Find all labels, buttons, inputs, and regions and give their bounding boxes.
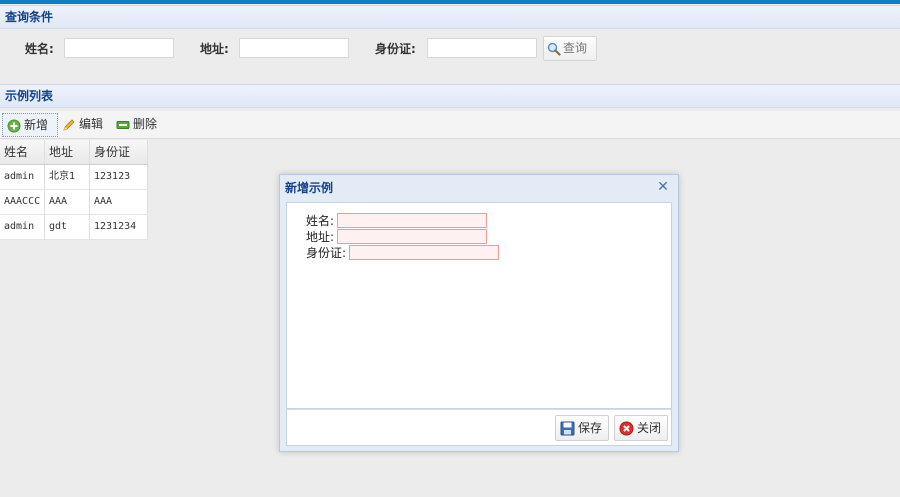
- list-toolbar: 新增 编辑 删除: [0, 111, 900, 139]
- table-row[interactable]: admin gdt 1231234: [0, 215, 148, 240]
- add-circle-icon: [7, 119, 21, 132]
- top-accent-bar: [0, 0, 900, 4]
- dialog-form: 姓名: 地址: 身份证:: [286, 202, 672, 409]
- search-button-label: 查询: [563, 41, 588, 55]
- grid-header: 姓名 地址 身份证: [0, 140, 148, 165]
- dialog-footer: 保存 关闭: [286, 409, 672, 446]
- table-row[interactable]: admin 北京1 123123: [0, 165, 148, 190]
- cell-id: AAA: [90, 190, 148, 214]
- remove-bar-icon: [116, 120, 130, 129]
- close-x-icon[interactable]: ✕: [656, 180, 670, 194]
- close-button[interactable]: 关闭: [614, 415, 668, 441]
- red-x-circle-icon: [619, 421, 634, 436]
- column-header-name[interactable]: 姓名: [0, 140, 45, 164]
- cell-name: admin: [0, 165, 45, 189]
- form-address-label: 地址:: [306, 230, 335, 244]
- query-id-input[interactable]: [427, 38, 537, 58]
- close-button-label: 关闭: [637, 421, 662, 435]
- cell-id: 123123: [90, 165, 148, 189]
- cell-name: admin: [0, 215, 45, 239]
- query-address-label: 地址:: [200, 42, 229, 56]
- search-button[interactable]: 查询: [543, 36, 597, 61]
- form-id-input[interactable]: [349, 245, 499, 260]
- delete-button[interactable]: 删除: [112, 113, 164, 137]
- query-name-label: 姓名:: [25, 42, 54, 56]
- dialog-title: 新增示例: [285, 181, 334, 195]
- save-button[interactable]: 保存: [555, 415, 609, 441]
- cell-id: 1231234: [90, 215, 148, 239]
- add-button-label: 新增: [24, 118, 49, 132]
- query-panel-body: 姓名: 地址: 身份证: 查询: [0, 29, 900, 82]
- save-button-label: 保存: [578, 421, 603, 435]
- column-header-address[interactable]: 地址: [45, 140, 90, 164]
- add-example-dialog: 新增示例 ✕ 姓名: 地址: 身份证: 保存 关闭: [279, 174, 679, 452]
- cell-address: AAA: [45, 190, 90, 214]
- query-panel-title: 查询条件: [0, 5, 900, 29]
- form-name-input[interactable]: [337, 213, 487, 228]
- edit-button-label: 编辑: [79, 117, 104, 131]
- list-panel-title: 示例列表: [0, 84, 900, 108]
- example-grid: 姓名 地址 身份证 admin 北京1 123123 AAACCC AAA AA…: [0, 140, 148, 240]
- cell-name: AAACCC: [0, 190, 45, 214]
- pencil-icon: [63, 118, 75, 131]
- table-row[interactable]: AAACCC AAA AAA: [0, 190, 148, 215]
- column-header-id[interactable]: 身份证: [90, 140, 148, 164]
- query-name-input[interactable]: [64, 38, 174, 58]
- edit-button[interactable]: 编辑: [58, 113, 110, 137]
- cell-address: gdt: [45, 215, 90, 239]
- query-id-label: 身份证:: [375, 42, 416, 56]
- magnifier-icon: [547, 42, 561, 56]
- floppy-disk-icon: [560, 421, 575, 436]
- form-id-label: 身份证:: [306, 246, 347, 260]
- delete-button-label: 删除: [133, 117, 158, 131]
- add-button[interactable]: 新增: [2, 113, 58, 137]
- form-address-input[interactable]: [337, 229, 487, 244]
- cell-address: 北京1: [45, 165, 90, 189]
- query-address-input[interactable]: [239, 38, 349, 58]
- form-name-label: 姓名:: [306, 214, 335, 228]
